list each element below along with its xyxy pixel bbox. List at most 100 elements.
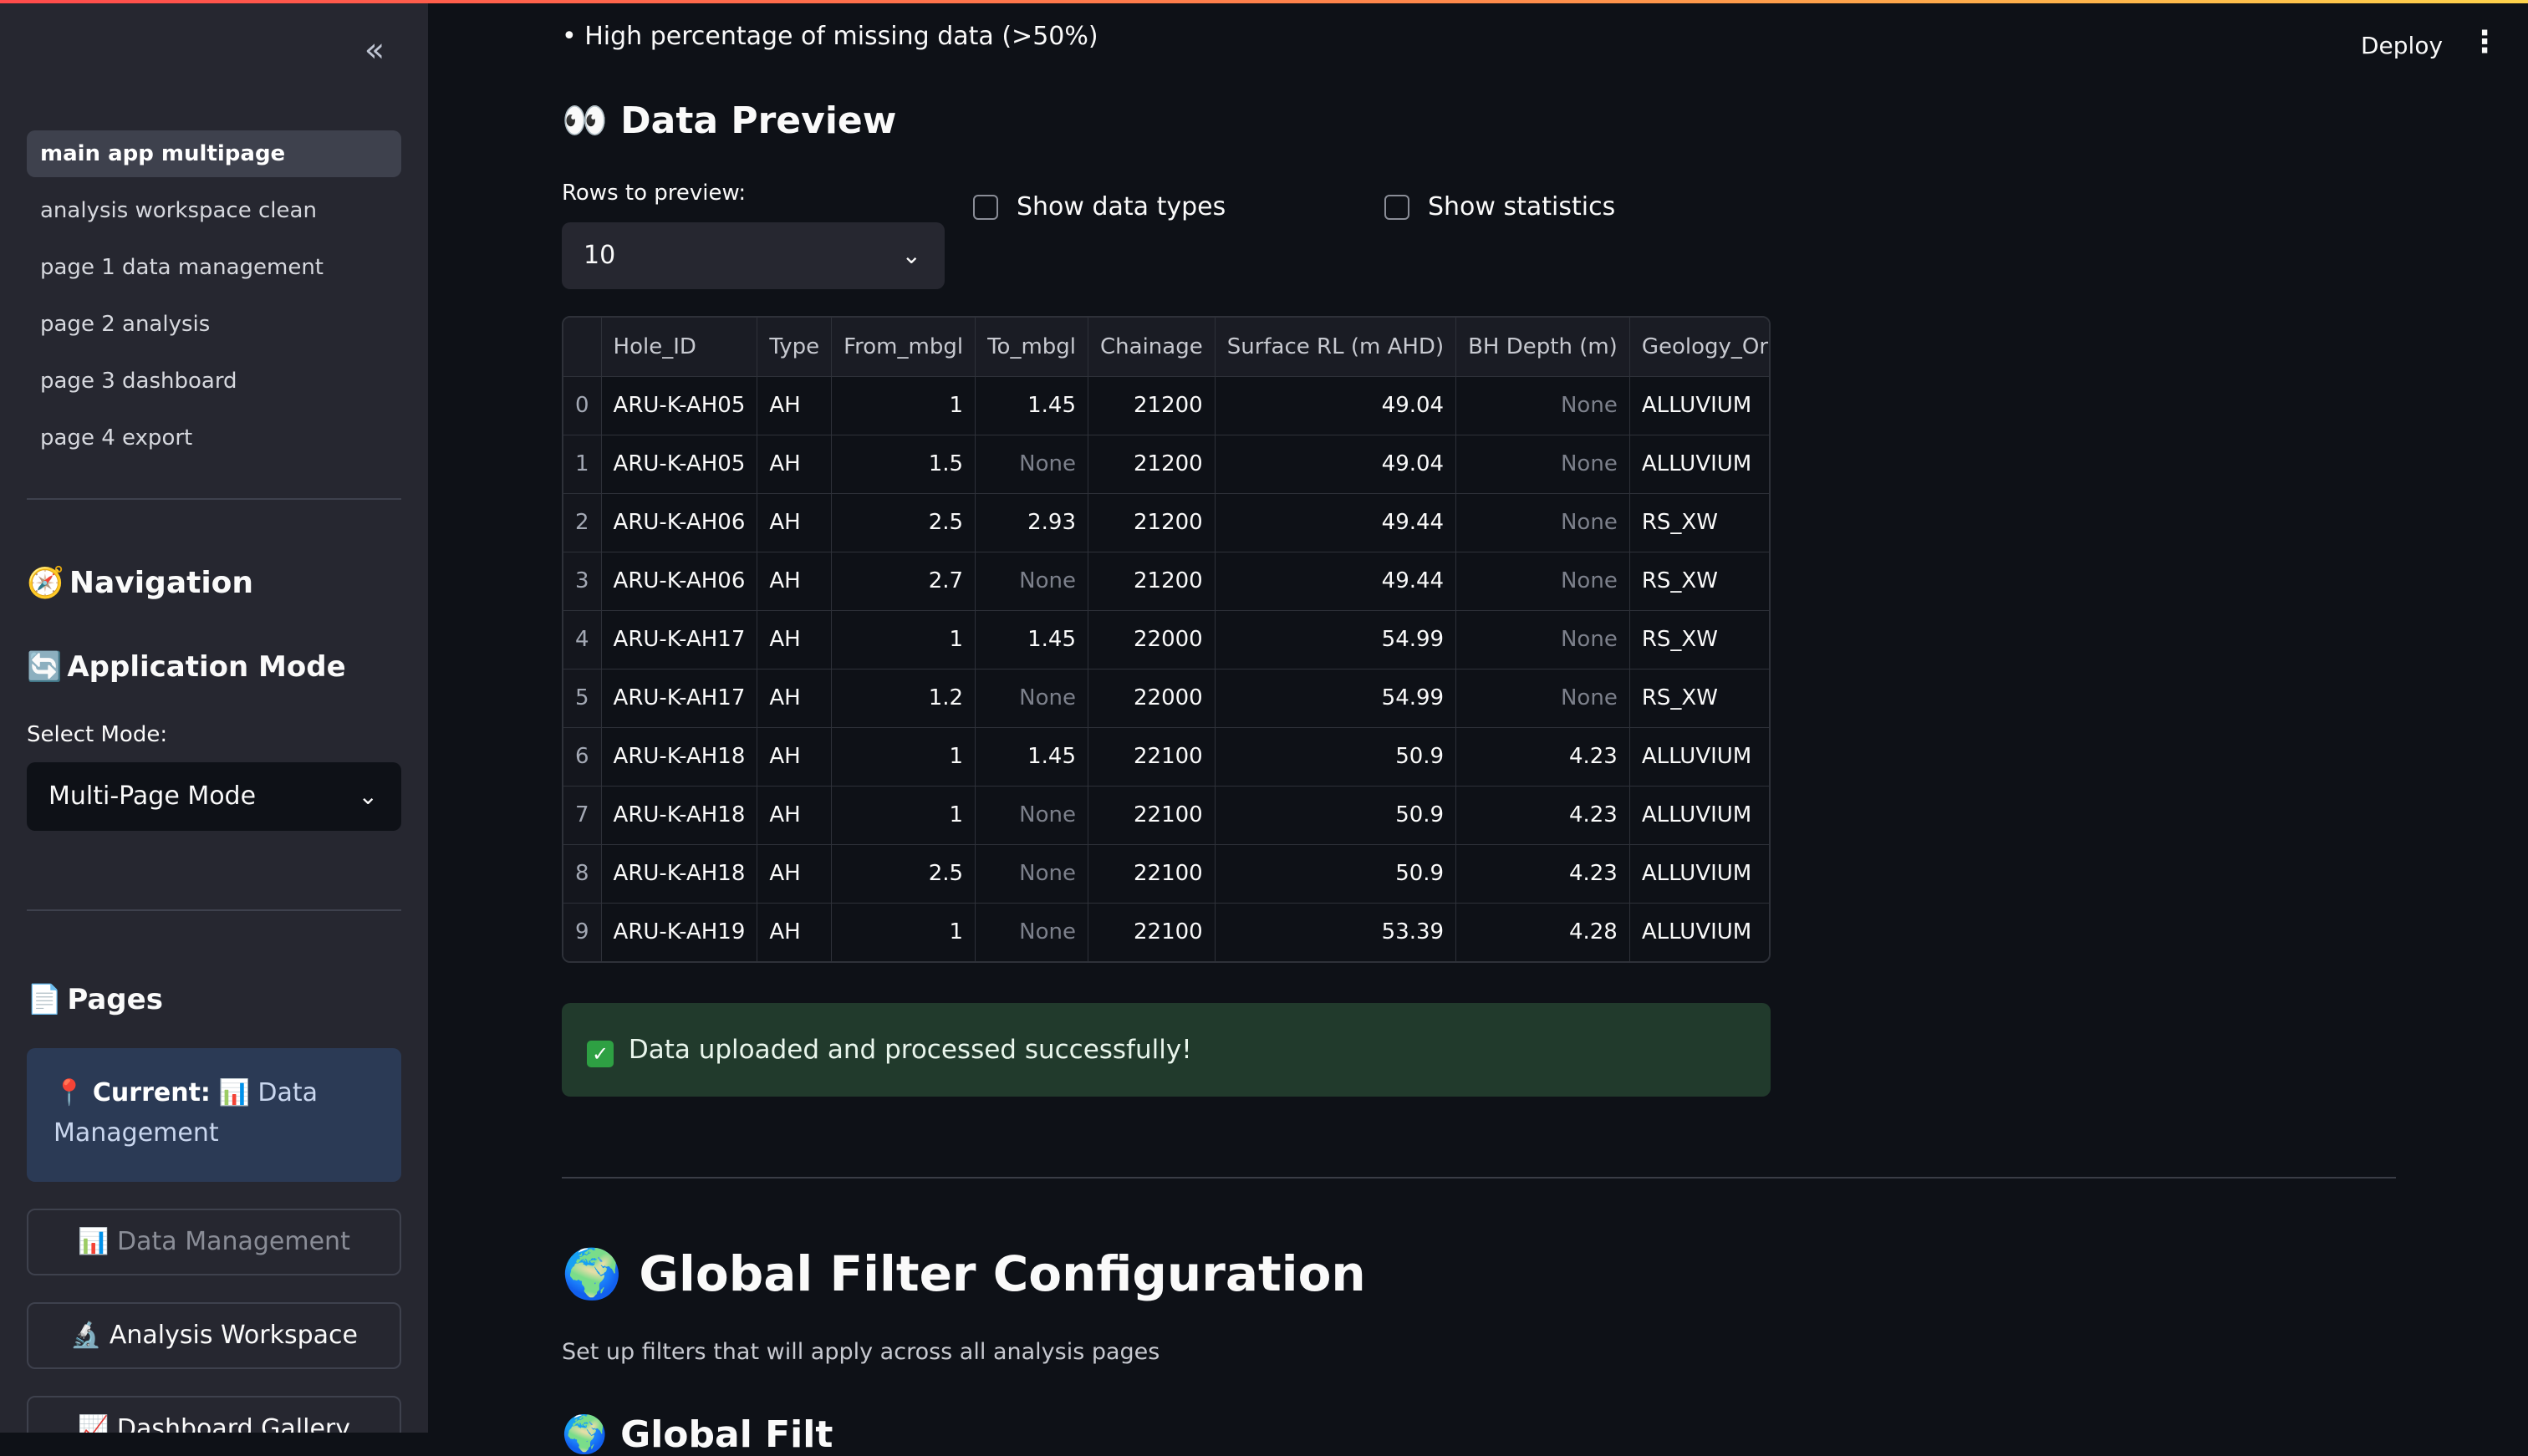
table-cell[interactable]: RS_XW (1629, 669, 1769, 728)
collapse-sidebar-icon[interactable]: « (356, 33, 393, 67)
table-cell[interactable]: 4.23 (1455, 844, 1630, 904)
row-index-cell[interactable]: 7 (563, 786, 602, 845)
row-index-cell[interactable]: 4 (563, 610, 602, 669)
table-cell[interactable]: 54.99 (1215, 669, 1457, 728)
table-cell[interactable]: None (1455, 376, 1630, 435)
table-cell[interactable]: ARU-K-AH17 (601, 669, 758, 728)
table-cell[interactable]: 1.45 (975, 376, 1089, 435)
column-header[interactable]: Chainage (1088, 318, 1216, 377)
table-cell[interactable]: None (975, 552, 1089, 611)
select-mode-dropdown[interactable]: Multi-Page Mode ⌄ (27, 762, 401, 831)
table-row[interactable]: 3 ARU-K-AH06 AH 2.7 None 21200 49.44 None RS_XW (563, 552, 1769, 611)
table-cell[interactable]: None (1455, 435, 1630, 494)
table-cell[interactable]: 1.5 (831, 435, 976, 494)
table-cell[interactable]: 21200 (1088, 493, 1216, 552)
row-index-cell[interactable]: 8 (563, 844, 602, 904)
nav-item-analysis-workspace-clean[interactable]: analysis workspace clean (27, 187, 401, 234)
table-cell[interactable]: AH (757, 669, 833, 728)
column-header[interactable]: Type (757, 318, 833, 377)
table-cell[interactable]: None (975, 844, 1089, 904)
table-cell[interactable]: 22100 (1088, 786, 1216, 845)
table-cell[interactable]: 50.9 (1215, 844, 1457, 904)
show-statistics-toggle[interactable]: Show statistics (1384, 192, 1615, 221)
table-cell[interactable]: AH (757, 786, 833, 845)
table-cell[interactable]: None (1455, 610, 1630, 669)
table-cell[interactable]: ARU-K-AH05 (601, 435, 758, 494)
table-row[interactable]: 4 ARU-K-AH17 AH 1 1.45 22000 54.99 None RS_XW (563, 610, 1769, 669)
table-cell[interactable]: 1 (831, 903, 976, 961)
dashboard-gallery-button[interactable]: 📈 Dashboard Gallery (27, 1396, 401, 1433)
show-data-types-checkbox[interactable] (973, 194, 998, 220)
table-cell[interactable]: ARU-K-AH06 (601, 493, 758, 552)
analysis-workspace-button[interactable]: 🔬 Analysis Workspace (27, 1302, 401, 1369)
table-cell[interactable]: 22000 (1088, 669, 1216, 728)
table-cell[interactable]: None (1455, 493, 1630, 552)
deploy-button[interactable]: Deploy (2361, 32, 2443, 59)
rows-to-preview-select[interactable]: 10 ⌄ (562, 222, 945, 289)
table-cell[interactable]: ARU-K-AH18 (601, 727, 758, 787)
table-cell[interactable]: None (975, 669, 1089, 728)
table-cell[interactable]: 53.39 (1215, 903, 1457, 961)
nav-item-page-4-export[interactable]: page 4 export (27, 415, 401, 461)
table-cell[interactable]: RS_XW (1629, 552, 1769, 611)
table-cell[interactable]: 1 (831, 610, 976, 669)
column-header[interactable]: To_mbgl (975, 318, 1089, 377)
table-cell[interactable]: 50.9 (1215, 727, 1457, 787)
table-row[interactable]: 7 ARU-K-AH18 AH 1 None 22100 50.9 4.23 ALLUVIUM (563, 786, 1769, 845)
table-cell[interactable]: None (1455, 552, 1630, 611)
table-cell[interactable]: 54.99 (1215, 610, 1457, 669)
table-cell[interactable]: 21200 (1088, 552, 1216, 611)
table-row[interactable]: 5 ARU-K-AH17 AH 1.2 None 22000 54.99 None RS_XW (563, 669, 1769, 728)
nav-item-page-3-dashboard[interactable]: page 3 dashboard (27, 358, 401, 405)
table-cell[interactable]: 2.7 (831, 552, 976, 611)
nav-item-page-1-data-management[interactable]: page 1 data management (27, 244, 401, 291)
table-cell[interactable]: ARU-K-AH18 (601, 786, 758, 845)
table-cell[interactable]: ARU-K-AH05 (601, 376, 758, 435)
column-header[interactable]: BH Depth (m) (1455, 318, 1630, 377)
show-data-types-toggle[interactable]: Show data types (973, 192, 1226, 221)
table-cell[interactable]: ALLUVIUM (1629, 727, 1769, 787)
table-cell[interactable]: 4.23 (1455, 786, 1630, 845)
table-cell[interactable]: AH (757, 376, 833, 435)
row-index-cell[interactable]: 9 (563, 903, 602, 961)
column-header[interactable]: Surface RL (m AHD) (1215, 318, 1457, 377)
nav-item-page-2-analysis[interactable]: page 2 analysis (27, 301, 401, 348)
table-row[interactable]: 0 ARU-K-AH05 AH 1 1.45 21200 49.04 None ALLUVIUM (563, 376, 1769, 435)
row-index-cell[interactable]: 2 (563, 493, 602, 552)
table-cell[interactable]: ARU-K-AH17 (601, 610, 758, 669)
table-cell[interactable]: 22100 (1088, 903, 1216, 961)
table-cell[interactable]: 49.04 (1215, 376, 1457, 435)
table-cell[interactable]: 22100 (1088, 844, 1216, 904)
table-cell[interactable]: ALLUVIUM (1629, 376, 1769, 435)
table-cell[interactable]: ARU-K-AH18 (601, 844, 758, 904)
table-cell[interactable]: 1.2 (831, 669, 976, 728)
data-management-button[interactable]: 📊 Data Management (27, 1209, 401, 1275)
table-row[interactable]: 2 ARU-K-AH06 AH 2.5 2.93 21200 49.44 None RS_XW (563, 493, 1769, 552)
table-cell[interactable]: 2.5 (831, 844, 976, 904)
table-cell[interactable]: None (975, 903, 1089, 961)
table-cell[interactable]: 21200 (1088, 376, 1216, 435)
table-cell[interactable]: ARU-K-AH06 (601, 552, 758, 611)
table-cell[interactable]: 4.23 (1455, 727, 1630, 787)
table-cell[interactable]: AH (757, 435, 833, 494)
table-cell[interactable]: 49.44 (1215, 552, 1457, 611)
table-cell[interactable]: 49.44 (1215, 493, 1457, 552)
table-cell[interactable]: AH (757, 552, 833, 611)
table-cell[interactable]: RS_XW (1629, 610, 1769, 669)
table-cell[interactable]: ARU-K-AH19 (601, 903, 758, 961)
table-cell[interactable]: 1 (831, 786, 976, 845)
data-preview-table[interactable]: Hole_ID Type From_mbgl To_mbgl Chainage Surfa… (562, 316, 1771, 963)
table-row[interactable]: 9 ARU-K-AH19 AH 1 None 22100 53.39 4.28 ALLUVIUM (563, 903, 1769, 961)
table-cell[interactable]: AH (757, 727, 833, 787)
column-header[interactable]: From_mbgl (831, 318, 976, 377)
table-cell[interactable]: 22100 (1088, 727, 1216, 787)
column-header[interactable] (563, 318, 602, 377)
table-cell[interactable]: None (975, 435, 1089, 494)
table-cell[interactable]: None (975, 786, 1089, 845)
table-cell[interactable]: ALLUVIUM (1629, 435, 1769, 494)
table-row[interactable]: 6 ARU-K-AH18 AH 1 1.45 22100 50.9 4.23 ALLUVIUM (563, 727, 1769, 787)
table-cell[interactable]: 1 (831, 376, 976, 435)
table-cell[interactable]: 1.45 (975, 727, 1089, 787)
row-index-cell[interactable]: 6 (563, 727, 602, 787)
table-cell[interactable]: ALLUVIUM (1629, 903, 1769, 961)
